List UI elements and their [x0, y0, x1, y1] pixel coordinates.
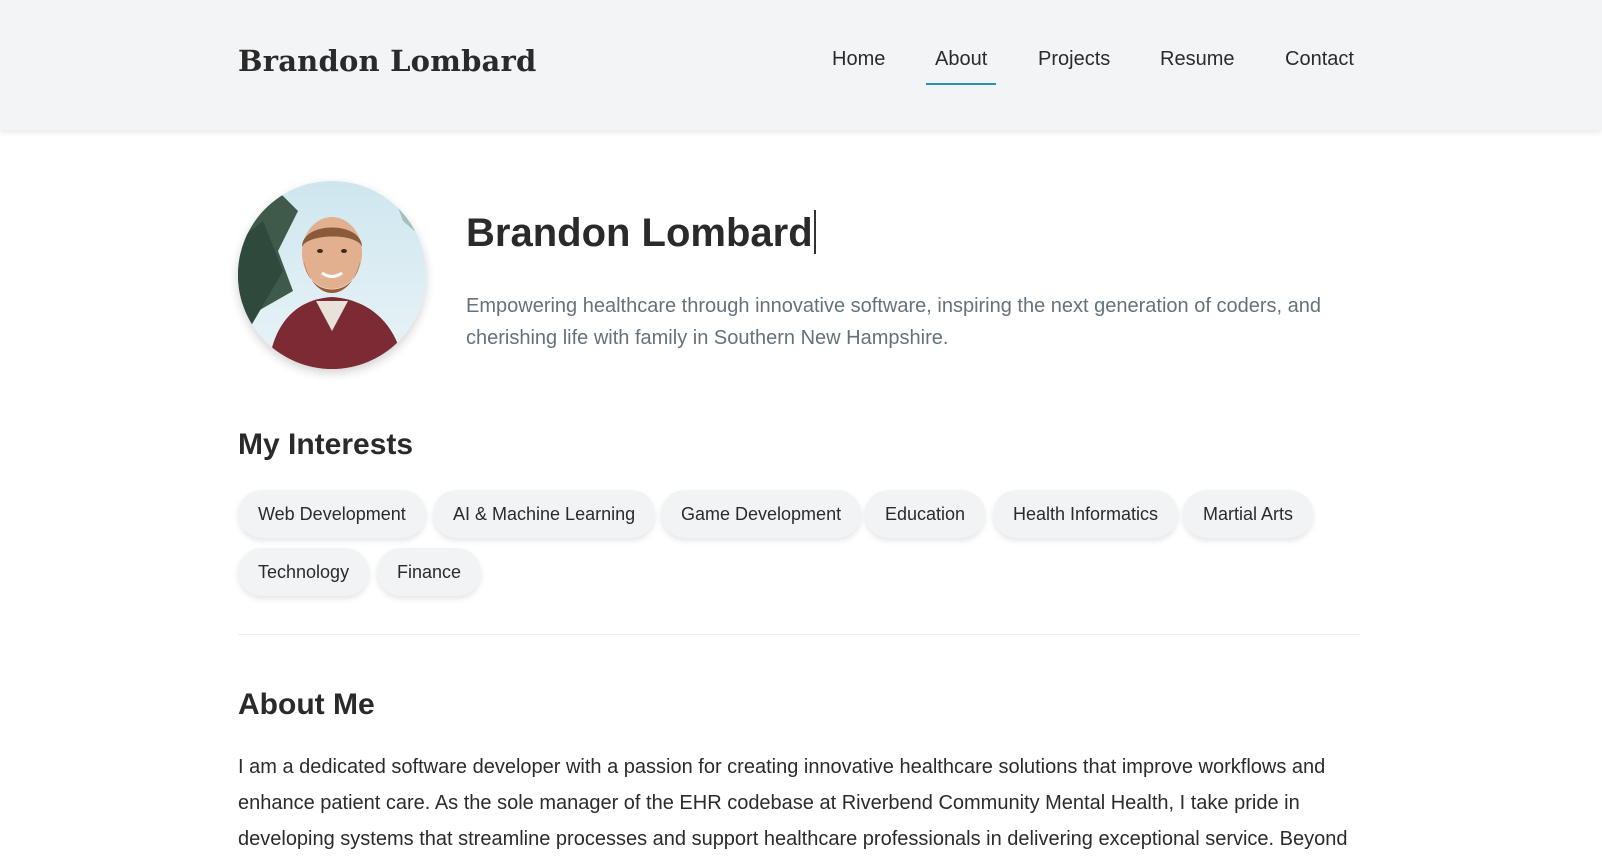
hero-name: Brandon Lombard — [466, 210, 816, 256]
nav-home[interactable]: Home — [832, 48, 885, 83]
profile-photo-image — [238, 181, 426, 369]
hero-name-text: Brandon Lombard — [466, 211, 813, 255]
interests-heading: My Interests — [238, 428, 414, 461]
main-nav: Home About Projects Resume Contact — [0, 48, 1602, 88]
interest-chip: Game Development — [661, 490, 862, 538]
text-caret — [813, 210, 816, 254]
about-heading: About Me — [238, 688, 375, 721]
hero-tagline: Empowering healthcare through innovative… — [466, 295, 1321, 349]
interest-chip: Martial Arts — [1183, 490, 1314, 538]
interest-chip: Education — [865, 490, 986, 538]
section-divider — [238, 634, 1360, 635]
nav-projects[interactable]: Projects — [1038, 48, 1110, 83]
interest-chip: AI & Machine Learning — [433, 490, 656, 538]
interest-chip: Technology — [238, 548, 370, 596]
about-paragraph: I am a dedicated software developer with… — [238, 756, 1348, 850]
site-header: Brandon Lombard Home About Projects Resu… — [0, 0, 1602, 130]
nav-about[interactable]: About — [926, 48, 997, 85]
interest-chip: Finance — [377, 548, 482, 596]
interest-chip: Health Informatics — [993, 490, 1179, 538]
profile-photo — [238, 181, 426, 369]
interest-chip: Web Development — [238, 490, 426, 538]
nav-contact[interactable]: Contact — [1285, 48, 1354, 83]
nav-resume[interactable]: Resume — [1160, 48, 1234, 83]
